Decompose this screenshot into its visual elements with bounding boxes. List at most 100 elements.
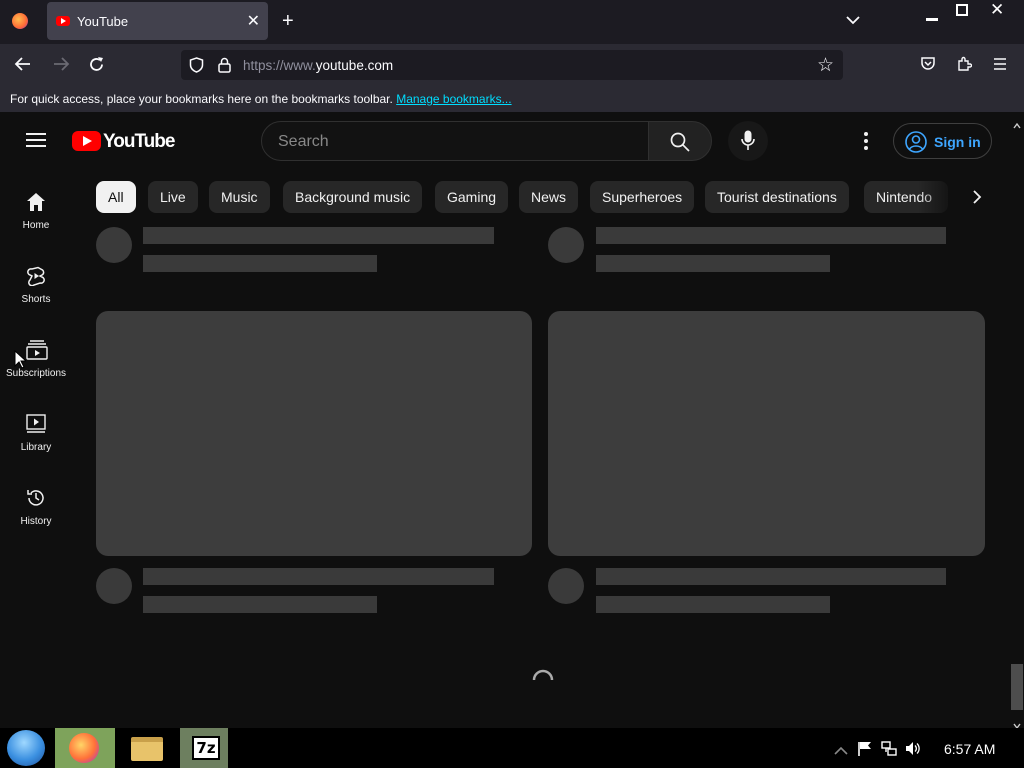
chip-tourist-destinations[interactable]: Tourist destinations xyxy=(705,181,849,213)
youtube-logo[interactable]: YouTube xyxy=(72,129,175,153)
library-icon xyxy=(26,414,46,434)
skeleton-thumbnail xyxy=(548,311,985,556)
7zip-icon: 7z xyxy=(192,736,220,760)
skeleton-title-line xyxy=(596,227,946,244)
guide-menu-icon[interactable] xyxy=(26,132,46,153)
pocket-icon[interactable] xyxy=(920,56,936,77)
bookmarks-toolbar: For quick access, place your bookmarks h… xyxy=(0,86,1024,112)
skeleton-avatar xyxy=(96,568,132,604)
sidebar-item-library[interactable]: Library xyxy=(0,396,72,460)
bookmark-star-icon[interactable]: ☆ xyxy=(817,54,834,77)
back-button[interactable] xyxy=(14,56,32,77)
manage-bookmarks-link[interactable]: Manage bookmarks... xyxy=(396,92,511,106)
search-input[interactable]: Search xyxy=(261,121,649,161)
skeleton-meta-line xyxy=(143,596,377,613)
taskbar-app-file-manager[interactable] xyxy=(118,728,176,768)
history-icon xyxy=(26,488,46,508)
chip-superheroes[interactable]: Superheroes xyxy=(590,181,695,213)
taskbar-app-firefox[interactable] xyxy=(55,728,115,768)
url-text[interactable]: https://www.youtube.com xyxy=(243,58,393,73)
new-tab-button[interactable]: + xyxy=(282,10,294,33)
url-domain: youtube.com xyxy=(315,58,394,73)
folder-icon xyxy=(131,737,163,761)
skeleton-meta-line xyxy=(143,255,377,272)
chip-background-music[interactable]: Background music xyxy=(283,181,423,213)
page-scrollbar[interactable] xyxy=(1010,112,1024,728)
youtube-logo-icon xyxy=(72,131,101,151)
firefox-menu-icon[interactable] xyxy=(12,13,28,29)
sidebar-item-history[interactable]: History xyxy=(0,470,72,534)
account-icon xyxy=(905,131,927,158)
skeleton-title-line xyxy=(143,568,494,585)
tab-youtube[interactable]: YouTube ✕ xyxy=(47,2,268,40)
mouse-cursor-icon xyxy=(14,349,28,374)
sidebar-label-subscriptions: Subscriptions xyxy=(5,368,67,379)
reload-button[interactable] xyxy=(88,56,105,78)
shorts-icon xyxy=(26,266,46,287)
sidebar-item-shorts[interactable]: Shorts xyxy=(0,248,72,312)
skeleton-meta-line xyxy=(596,255,830,272)
sidebar-label-library: Library xyxy=(20,442,52,453)
clock[interactable]: 6:57 AM xyxy=(944,741,995,757)
scroll-down-icon[interactable] xyxy=(1013,716,1021,728)
sidebar-item-subscriptions[interactable]: Subscriptions xyxy=(0,322,72,386)
skeleton-avatar xyxy=(548,568,584,604)
sidebar-label-home: Home xyxy=(22,220,50,231)
firefox-icon xyxy=(69,733,99,763)
search-placeholder: Search xyxy=(278,133,329,150)
sidebar-item-home[interactable]: Home xyxy=(0,174,72,238)
scrollbar-thumb[interactable] xyxy=(1011,664,1023,710)
youtube-logo-text: YouTube xyxy=(103,131,175,152)
youtube-page: YouTube Search Sign in All Live Music Ba… xyxy=(0,112,1024,728)
network-icon[interactable] xyxy=(881,741,897,761)
url-bar[interactable]: https://www.youtube.com ☆ xyxy=(181,50,843,80)
skeleton-meta-line xyxy=(596,596,830,613)
tab-title: YouTube xyxy=(77,14,129,29)
youtube-favicon-icon xyxy=(56,16,70,26)
restore-button[interactable] xyxy=(956,4,968,16)
close-tab-icon[interactable]: ✕ xyxy=(247,11,260,31)
sidebar-label-history: History xyxy=(20,516,52,527)
settings-more-icon[interactable] xyxy=(864,132,868,155)
skeleton-avatar xyxy=(548,227,584,263)
scroll-up-icon[interactable] xyxy=(1013,116,1021,134)
sign-in-label: Sign in xyxy=(934,134,981,150)
chip-music[interactable]: Music xyxy=(209,181,270,213)
start-orb-icon[interactable] xyxy=(7,730,45,766)
search-button[interactable] xyxy=(648,121,712,161)
minimize-button[interactable] xyxy=(926,18,938,21)
bookmarks-hint: For quick access, place your bookmarks h… xyxy=(10,92,512,106)
sidebar-label-shorts: Shorts xyxy=(21,294,51,305)
volume-icon[interactable] xyxy=(905,741,921,761)
search-icon xyxy=(670,132,690,157)
microphone-icon xyxy=(741,130,755,157)
url-prefix: https://www. xyxy=(243,58,316,73)
chip-gaming[interactable]: Gaming xyxy=(435,181,509,213)
forward-button[interactable] xyxy=(52,56,70,77)
close-window-button[interactable]: ✕ xyxy=(990,0,1004,20)
tracking-shield-icon[interactable] xyxy=(189,57,204,78)
app-menu-icon[interactable] xyxy=(993,57,1007,75)
list-tabs-icon[interactable] xyxy=(846,12,860,30)
voice-search-button[interactable] xyxy=(728,121,768,161)
bookmarks-hint-text: For quick access, place your bookmarks h… xyxy=(10,92,393,106)
taskbar-app-7zip[interactable]: 7z xyxy=(180,728,228,768)
home-icon xyxy=(26,192,46,212)
extensions-icon[interactable] xyxy=(956,56,973,77)
tray-chevron-icon[interactable] xyxy=(834,742,848,760)
chips-fade xyxy=(918,181,958,213)
loading-spinner-icon xyxy=(530,668,556,687)
browser-tab-bar: YouTube ✕ + ✕ xyxy=(0,0,1024,44)
navigation-bar: https://www.youtube.com ☆ xyxy=(0,44,1024,86)
skeleton-title-line xyxy=(596,568,946,585)
chip-live[interactable]: Live xyxy=(148,181,198,213)
skeleton-thumbnail xyxy=(96,311,532,556)
chip-news[interactable]: News xyxy=(519,181,579,213)
sign-in-button[interactable]: Sign in xyxy=(893,123,992,159)
action-center-flag-icon[interactable] xyxy=(858,741,872,761)
taskbar: 7z 6:57 AM xyxy=(0,728,1024,768)
chips-next-button[interactable] xyxy=(972,189,982,210)
chip-all[interactable]: All xyxy=(96,181,136,213)
lock-icon[interactable] xyxy=(218,57,231,78)
subscriptions-icon xyxy=(26,340,48,360)
